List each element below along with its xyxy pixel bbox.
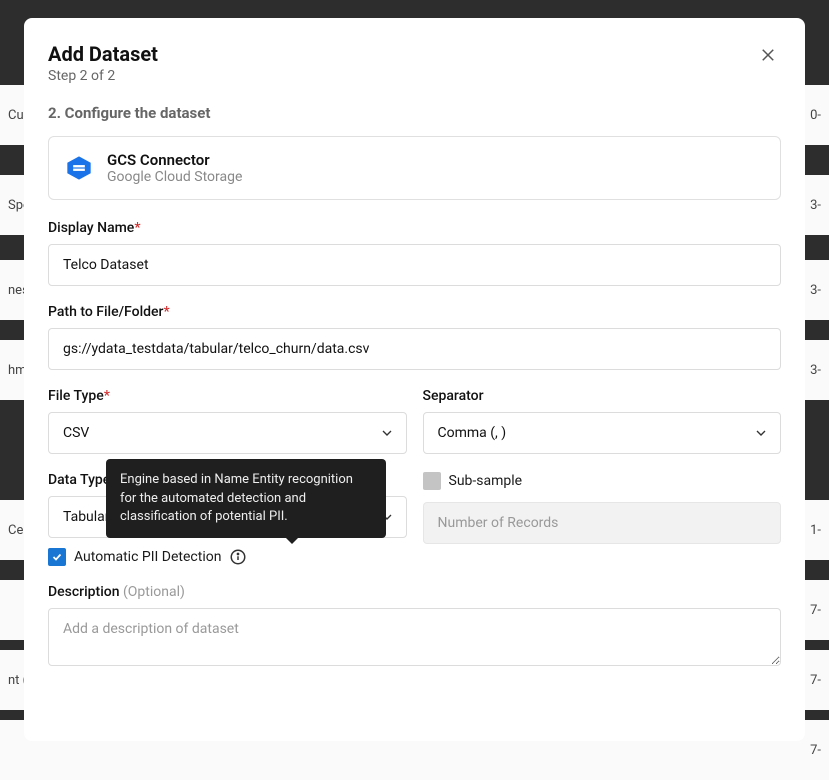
description-label: Description (Optional) bbox=[48, 584, 781, 600]
separator-group: Separator Comma (, ) bbox=[423, 388, 782, 454]
modal-header: Add Dataset Step 2 of 2 bbox=[48, 42, 781, 84]
path-group: Path to File/Folder* bbox=[48, 304, 781, 370]
info-icon[interactable] bbox=[229, 548, 247, 566]
file-type-label: File Type* bbox=[48, 388, 407, 404]
subsample-label: Sub-sample bbox=[449, 473, 523, 489]
close-icon bbox=[759, 46, 777, 64]
connector-name: GCS Connector bbox=[107, 151, 242, 169]
pii-row: Engine based in Name Entity recognition … bbox=[48, 548, 407, 566]
modal-title: Add Dataset bbox=[48, 42, 158, 66]
add-dataset-modal: Add Dataset Step 2 of 2 2. Configure the… bbox=[24, 18, 805, 741]
data-type-group: Data Type* Tabular Engine based in Name … bbox=[48, 472, 407, 584]
connector-card: GCS Connector Google Cloud Storage bbox=[48, 136, 781, 200]
path-input[interactable] bbox=[48, 328, 781, 370]
subsample-group: Sub-sample bbox=[423, 472, 782, 584]
description-group: Description (Optional) bbox=[48, 584, 781, 670]
connector-subtitle: Google Cloud Storage bbox=[107, 169, 242, 185]
close-button[interactable] bbox=[755, 42, 781, 71]
section-title: 2. Configure the dataset bbox=[48, 104, 781, 122]
pii-checkbox[interactable] bbox=[48, 548, 66, 566]
subsample-records-input bbox=[423, 502, 782, 544]
modal-step: Step 2 of 2 bbox=[48, 68, 158, 84]
display-name-label: Display Name* bbox=[48, 220, 781, 236]
path-label: Path to File/Folder* bbox=[48, 304, 781, 320]
separator-label: Separator bbox=[423, 388, 782, 404]
file-type-select[interactable]: CSV bbox=[48, 412, 407, 454]
file-type-group: File Type* CSV bbox=[48, 388, 407, 454]
pii-tooltip: Engine based in Name Entity recognition … bbox=[106, 459, 386, 538]
subsample-checkbox[interactable] bbox=[423, 472, 441, 490]
display-name-input[interactable] bbox=[48, 244, 781, 286]
display-name-group: Display Name* bbox=[48, 220, 781, 286]
separator-select[interactable]: Comma (, ) bbox=[423, 412, 782, 454]
pii-label: Automatic PII Detection bbox=[74, 549, 221, 565]
gcs-icon bbox=[65, 154, 93, 182]
description-textarea[interactable] bbox=[48, 608, 781, 666]
